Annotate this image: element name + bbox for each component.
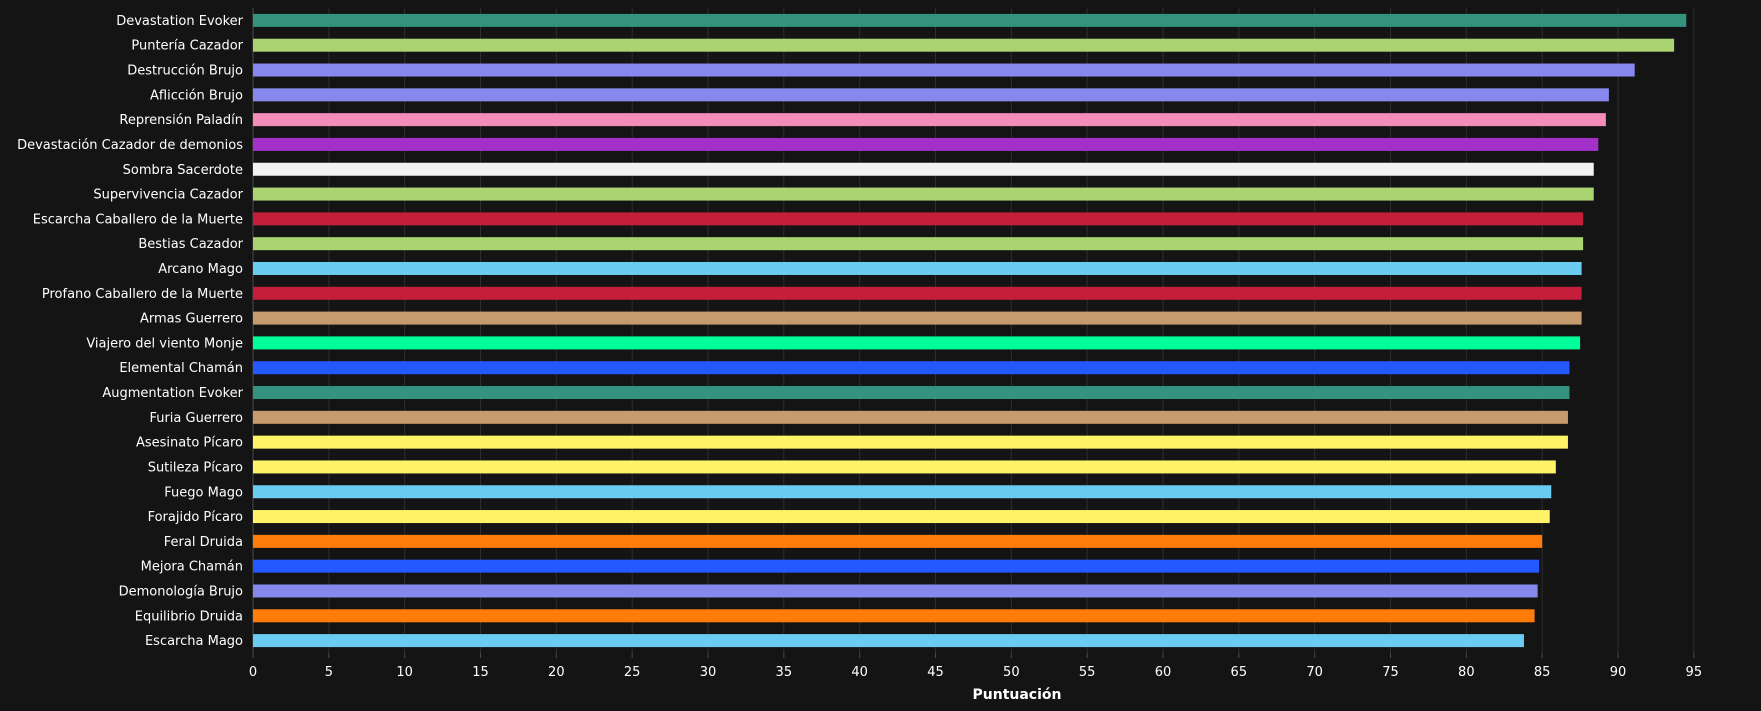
- x-tick-label: 15: [472, 665, 489, 680]
- bar[interactable]: [253, 485, 1552, 499]
- category-label: Furia Guerrero: [149, 411, 243, 426]
- bar[interactable]: [253, 311, 1582, 325]
- x-tick-label: 55: [1079, 665, 1096, 680]
- x-tick-label: 50: [1003, 665, 1020, 680]
- category-label: Feral Druida: [164, 535, 243, 550]
- bar[interactable]: [253, 261, 1582, 275]
- bar[interactable]: [253, 137, 1599, 151]
- bar[interactable]: [253, 38, 1675, 52]
- x-tick-label: 30: [700, 665, 717, 680]
- x-tick-label: 45: [927, 665, 944, 680]
- bar[interactable]: [253, 88, 1609, 102]
- bar[interactable]: [253, 510, 1550, 524]
- category-label: Profano Caballero de la Muerte: [42, 287, 243, 302]
- x-tick-label: 65: [1231, 665, 1248, 680]
- x-tick-label: 80: [1458, 665, 1475, 680]
- x-tick-label: 85: [1534, 665, 1551, 680]
- bar[interactable]: [253, 386, 1570, 400]
- x-tick-label: 20: [548, 665, 565, 680]
- category-label: Devastación Cazador de demonios: [17, 138, 243, 153]
- category-label: Elemental Chamán: [119, 361, 243, 376]
- category-label: Armas Guerrero: [140, 312, 243, 327]
- category-label: Augmentation Evoker: [102, 386, 243, 401]
- bar[interactable]: [253, 286, 1582, 300]
- category-label: Mejora Chamán: [141, 560, 243, 575]
- category-label: Devastation Evoker: [116, 14, 243, 29]
- bar[interactable]: [253, 634, 1524, 648]
- category-label: Reprensión Paladín: [119, 113, 243, 128]
- bar[interactable]: [253, 460, 1556, 474]
- bar[interactable]: [253, 212, 1584, 226]
- bar[interactable]: [253, 410, 1568, 424]
- x-tick-label: 60: [1155, 665, 1172, 680]
- category-label: Escarcha Mago: [145, 634, 243, 649]
- category-label: Arcano Mago: [158, 262, 243, 277]
- x-tick-label: 70: [1306, 665, 1323, 680]
- bar[interactable]: [253, 584, 1538, 598]
- category-label: Bestias Cazador: [138, 237, 243, 252]
- bar[interactable]: [253, 435, 1568, 449]
- x-tick-label: 75: [1382, 665, 1399, 680]
- category-label: Sutileza Pícaro: [148, 460, 243, 475]
- category-label: Puntería Cazador: [131, 39, 243, 54]
- bar[interactable]: [253, 187, 1594, 201]
- bar[interactable]: [253, 336, 1581, 350]
- x-tick-label: 90: [1610, 665, 1627, 680]
- x-tick-label: 95: [1686, 665, 1703, 680]
- bar[interactable]: [253, 559, 1540, 573]
- bar[interactable]: [253, 113, 1606, 127]
- category-label: Sombra Sacerdote: [123, 163, 243, 178]
- category-label: Aflicción Brujo: [150, 88, 243, 103]
- category-label: Forajido Pícaro: [148, 510, 243, 525]
- bar[interactable]: [253, 237, 1584, 251]
- bar[interactable]: [253, 361, 1570, 375]
- category-label: Asesinato Pícaro: [136, 436, 243, 451]
- chart-container: Devastation Evoker Puntería Cazador Destru…: [0, 0, 1761, 707]
- x-axis-ticks: 0 5 10 15 20 25 30 35 40 45 50 55 60 65 70 75 80 85 90 95: [249, 653, 1702, 680]
- category-label: Destrucción Brujo: [127, 64, 243, 79]
- category-label: Escarcha Caballero de la Muerte: [33, 212, 243, 227]
- x-tick-label: 5: [325, 665, 333, 680]
- bar[interactable]: [253, 63, 1635, 77]
- category-label: Supervivencia Cazador: [93, 188, 243, 203]
- x-tick-label: 35: [776, 665, 793, 680]
- x-tick-label: 25: [624, 665, 641, 680]
- bar[interactable]: [253, 534, 1543, 548]
- x-tick-label: 40: [851, 665, 868, 680]
- bar[interactable]: [253, 13, 1687, 27]
- category-labels: Devastation Evoker Puntería Cazador Destru…: [17, 14, 244, 649]
- category-label: Viajero del viento Monje: [86, 336, 243, 351]
- category-label: Fuego Mago: [164, 485, 243, 500]
- category-label: Demonología Brujo: [119, 584, 243, 599]
- x-tick-label: 0: [249, 665, 257, 680]
- bar[interactable]: [253, 609, 1535, 623]
- x-tick-label: 10: [396, 665, 413, 680]
- bar[interactable]: [253, 162, 1594, 176]
- grid-layer: [252, 8, 1695, 653]
- category-label: Equilibrio Druida: [135, 609, 243, 624]
- bars-layer: [253, 13, 1687, 648]
- bar-chart: Devastation Evoker Puntería Cazador Destru…: [17, 8, 1702, 703]
- x-axis-title: Puntuación: [973, 687, 1062, 703]
